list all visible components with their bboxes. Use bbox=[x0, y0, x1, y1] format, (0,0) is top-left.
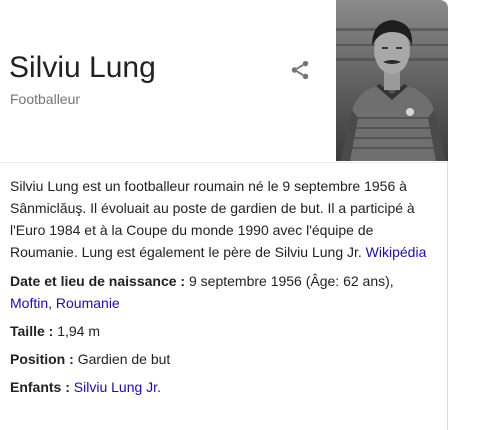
share-icon[interactable] bbox=[289, 59, 311, 81]
fact-birth: Date et lieu de naissance : 9 septembre … bbox=[10, 270, 440, 314]
fact-height: Taille : 1,94 m bbox=[10, 320, 440, 342]
fact-birth-colon: : bbox=[176, 273, 189, 289]
knowledge-panel: Silviu Lung Footballeur Silviu Lung est … bbox=[0, 0, 448, 430]
fact-position: Position : Gardien de but bbox=[10, 348, 440, 370]
panel-header: Silviu Lung Footballeur bbox=[0, 0, 448, 163]
fact-position-value: Gardien de but bbox=[77, 351, 171, 367]
person-photo[interactable] bbox=[336, 0, 448, 161]
description: Silviu Lung est un footballeur roumain n… bbox=[10, 175, 440, 263]
fact-birth-value: 9 septembre 1956 (Âge: 62 ans), bbox=[188, 273, 394, 289]
fact-birth-label: Date et lieu de naissance bbox=[10, 273, 177, 289]
fact-height-colon: : bbox=[44, 323, 58, 339]
panel-subtitle: Footballeur bbox=[10, 91, 81, 107]
fact-children-label: Enfants bbox=[10, 379, 62, 395]
panel-title: Silviu Lung bbox=[9, 51, 156, 84]
fact-height-value: 1,94 m bbox=[57, 323, 101, 339]
children-link[interactable]: Silviu Lung Jr. bbox=[74, 379, 161, 395]
description-text: Silviu Lung est un footballeur roumain n… bbox=[10, 178, 415, 260]
birthplace-link[interactable]: Moftin bbox=[10, 295, 48, 311]
panel-body: Silviu Lung est un footballeur roumain n… bbox=[10, 175, 440, 398]
fact-children: Enfants : Silviu Lung Jr. bbox=[10, 376, 440, 398]
fact-position-label: Position bbox=[10, 351, 66, 367]
fact-height-label: Taille bbox=[10, 323, 45, 339]
fact-birth-separator: , bbox=[48, 295, 56, 311]
country-link[interactable]: Roumanie bbox=[56, 295, 120, 311]
fact-children-colon: : bbox=[61, 379, 74, 395]
wikipedia-link[interactable]: Wikipédia bbox=[366, 244, 427, 260]
fact-position-colon: : bbox=[65, 351, 78, 367]
